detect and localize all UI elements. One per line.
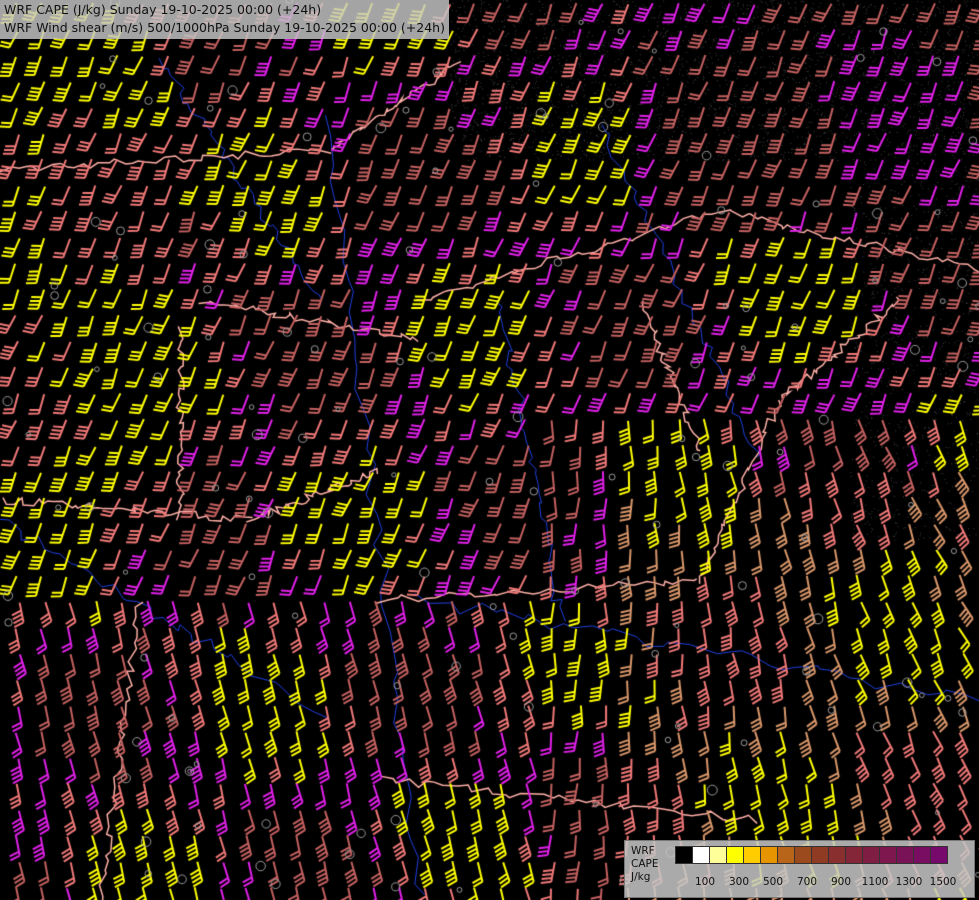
legend-swatch bbox=[709, 846, 727, 864]
legend-tick: 100 bbox=[694, 876, 716, 888]
legend-label-field: CAPE bbox=[631, 858, 659, 870]
title-wind-shear: WRF Wind shear (m/s) 500/1000hPa Sunday … bbox=[4, 20, 445, 35]
legend-swatch bbox=[811, 846, 829, 864]
cape-legend: WRF CAPE J/kg 100 300 500 700 900 1100 1… bbox=[624, 840, 975, 898]
legend-swatch bbox=[845, 846, 863, 864]
legend-swatch bbox=[777, 846, 795, 864]
legend-swatch bbox=[862, 846, 880, 864]
legend-tick: 700 bbox=[796, 876, 818, 888]
legend-swatch bbox=[675, 846, 693, 864]
legend-color-scale bbox=[675, 846, 948, 864]
legend-tick: 900 bbox=[830, 876, 852, 888]
legend-swatch bbox=[743, 846, 761, 864]
legend-swatch bbox=[828, 846, 846, 864]
legend-swatch bbox=[692, 846, 710, 864]
legend-tick: 500 bbox=[762, 876, 784, 888]
legend-label-unit: J/kg bbox=[631, 871, 651, 883]
legend-swatch bbox=[930, 846, 948, 864]
legend-swatch bbox=[879, 846, 897, 864]
title-cape: WRF CAPE (J/kg) Sunday 19-10-2025 00:00 … bbox=[4, 2, 322, 17]
legend-tick: 1300 bbox=[895, 876, 923, 888]
legend-tick-labels: 100 300 500 700 900 1100 1300 1500 bbox=[675, 876, 965, 890]
legend-tick: 1500 bbox=[929, 876, 957, 888]
legend-swatch bbox=[896, 846, 914, 864]
legend-label-model: WRF bbox=[631, 845, 655, 857]
legend-side-labels: WRF CAPE J/kg bbox=[631, 845, 658, 884]
legend-tick: 300 bbox=[728, 876, 750, 888]
map-title-box: WRF CAPE (J/kg) Sunday 19-10-2025 00:00 … bbox=[0, 0, 449, 39]
wind-shear-map bbox=[0, 0, 979, 900]
legend-swatch bbox=[760, 846, 778, 864]
legend-swatch bbox=[794, 846, 812, 864]
legend-tick: 1100 bbox=[861, 876, 889, 888]
legend-swatch bbox=[913, 846, 931, 864]
legend-swatch bbox=[726, 846, 744, 864]
